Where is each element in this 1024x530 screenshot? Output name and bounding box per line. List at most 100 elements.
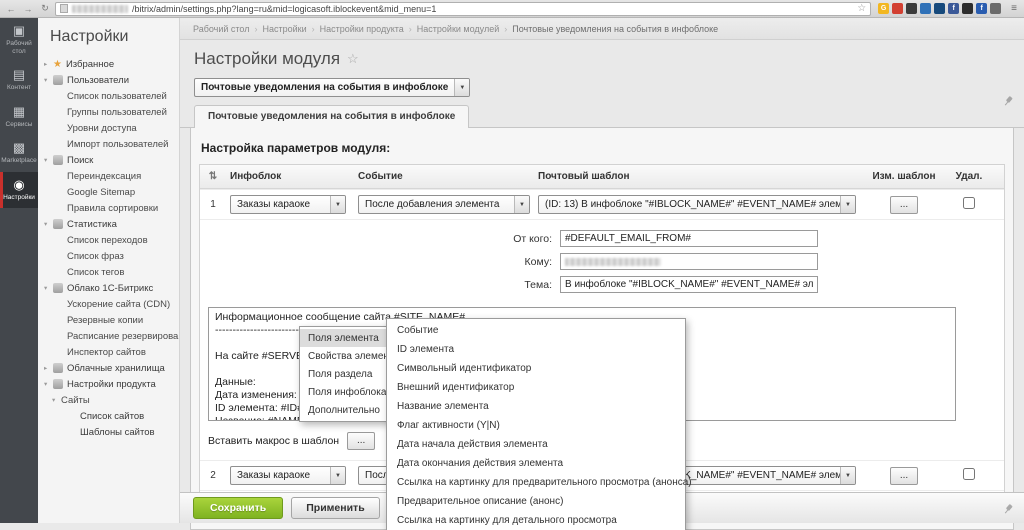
save-button[interactable]: Сохранить xyxy=(193,497,283,519)
menu-item-section-fields[interactable]: Поля раздела ▸ xyxy=(300,365,400,383)
chevron-down-icon: ▼ xyxy=(330,467,345,484)
sidebar-item-favorites[interactable]: ▸ ★ Избранное xyxy=(38,56,179,72)
cloud-icon xyxy=(53,283,63,293)
menu-item-element-properties[interactable]: Свойства элемента ▸ xyxy=(300,347,400,365)
chevron-down-icon: ▼ xyxy=(840,467,855,484)
extension-icon[interactable] xyxy=(934,3,945,14)
sidebar-item-product-settings[interactable]: ▾ Настройки продукта xyxy=(38,376,179,392)
submenu-item[interactable]: Название элемента xyxy=(387,397,685,416)
chevron-down-icon: ▼ xyxy=(840,196,855,213)
submenu-item[interactable]: Дата начала действия элемента xyxy=(387,435,685,454)
extension-icon[interactable] xyxy=(892,3,903,14)
submenu-item[interactable]: Событие xyxy=(387,321,685,340)
bookmark-star-icon[interactable]: ☆ xyxy=(857,3,866,14)
sidebar-item-statistics[interactable]: ▾ Статистика xyxy=(38,216,179,232)
sidebar-item-tags[interactable]: Список тегов xyxy=(38,264,179,280)
sidebar-item-sort-rules[interactable]: Правила сортировки xyxy=(38,200,179,216)
template-select[interactable]: (ID: 13) В инфоблоке "#IBLOCK_NAME#" #EV… xyxy=(538,195,856,214)
iblock-select[interactable]: Заказы караоке ▼ xyxy=(230,466,346,485)
submenu-item[interactable]: Флаг активности (Y|N) xyxy=(387,416,685,435)
desktop-icon: ▣ xyxy=(1,24,37,38)
sidebar-item-reindex[interactable]: Переиндексация xyxy=(38,168,179,184)
iblock-select[interactable]: Заказы караоке ▼ xyxy=(230,195,346,214)
page-favicon xyxy=(60,4,68,13)
apply-button[interactable]: Применить xyxy=(291,497,379,519)
sidebar-item-backups[interactable]: Резервные копии xyxy=(38,312,179,328)
delete-checkbox[interactable] xyxy=(963,197,975,209)
col-delete: Удал. xyxy=(944,171,994,182)
from-input[interactable] xyxy=(560,230,818,247)
marketplace-icon: ▩ xyxy=(1,141,37,155)
extension-icons: G f f xyxy=(874,3,1005,14)
sidebar-item-access-levels[interactable]: Уровни доступа xyxy=(38,120,179,136)
submenu-item[interactable]: ID элемента xyxy=(387,340,685,359)
chevron-down-icon: ▾ xyxy=(44,220,53,228)
sidebar-item-site-inspector[interactable]: Инспектор сайтов xyxy=(38,344,179,360)
menu-item-additional[interactable]: Дополнительно ▸ xyxy=(300,401,400,419)
delete-checkbox[interactable] xyxy=(963,468,975,480)
extension-icon[interactable]: f xyxy=(948,3,959,14)
sidebar-item-search[interactable]: ▾ Поиск xyxy=(38,152,179,168)
sidebar-item-cloud[interactable]: ▾ Облако 1С-Битрикс xyxy=(38,280,179,296)
subject-input[interactable] xyxy=(560,276,818,293)
forward-button[interactable]: → xyxy=(21,4,35,14)
stats-icon xyxy=(53,219,63,229)
edit-template-button[interactable]: ... xyxy=(890,196,918,214)
menu-item-iblock-fields[interactable]: Поля инфоблока ▸ xyxy=(300,383,400,401)
rail-item-content[interactable]: ▤ Контент xyxy=(0,62,38,99)
search-icon xyxy=(53,155,63,165)
macro-label: Вставить макрос в шаблон xyxy=(208,435,339,447)
rail-item-desktop[interactable]: ▣ Рабочий стол xyxy=(0,18,38,62)
chevron-down-icon: ▾ xyxy=(44,156,53,164)
sidebar-item-user-list[interactable]: Список пользователей xyxy=(38,88,179,104)
extension-icon[interactable] xyxy=(962,3,973,14)
from-label: От кого: xyxy=(208,233,560,245)
sidebar-item-cdn[interactable]: Ускорение сайта (CDN) xyxy=(38,296,179,312)
section-title: Настройка параметров модуля: xyxy=(191,128,1013,164)
url-bar[interactable]: /bitrix/admin/settings.php?lang=ru&mid=l… xyxy=(55,2,871,16)
sidebar-title: Настройки xyxy=(38,18,179,56)
extension-icon[interactable] xyxy=(906,3,917,14)
tab-mail-events[interactable]: Почтовые уведомления на события в инфобл… xyxy=(194,105,469,128)
sidebar-item-users[interactable]: ▾ Пользователи xyxy=(38,72,179,88)
submenu-item[interactable]: Предварительное описание (анонс) xyxy=(387,492,685,511)
edit-template-button[interactable]: ... xyxy=(890,467,918,485)
sidebar-item-site-templates[interactable]: Шаблоны сайтов xyxy=(38,424,179,440)
extension-icon[interactable]: f xyxy=(976,3,987,14)
insert-macro-button[interactable]: ... xyxy=(347,432,375,450)
rail-item-services[interactable]: ▦ Сервисы xyxy=(0,99,38,136)
menu-item-element-fields[interactable]: Поля элемента ▸ xyxy=(300,329,400,347)
sidebar-item-google-sitemap[interactable]: Google Sitemap xyxy=(38,184,179,200)
browser-menu-icon[interactable]: ≡ xyxy=(1008,3,1020,14)
sidebar-item-backup-schedule[interactable]: Расписание резервирования xyxy=(38,328,179,344)
back-button[interactable]: ← xyxy=(4,4,18,14)
refresh-icon[interactable]: ↻ xyxy=(38,3,52,14)
submenu-item[interactable]: Ссылка на картинку для предварительного … xyxy=(387,473,685,492)
breadcrumb-item[interactable]: Настройки модулей xyxy=(417,24,499,34)
sidebar-item-sites[interactable]: ▾ Сайты xyxy=(38,392,179,408)
rail-item-marketplace[interactable]: ▩ Marketplace xyxy=(0,135,38,172)
sidebar-item-cloud-storage[interactable]: ▸ Облачные хранилища xyxy=(38,360,179,376)
to-input[interactable] xyxy=(560,253,818,270)
add-favorite-star-icon[interactable]: ☆ xyxy=(347,51,359,67)
sidebar-item-phrases[interactable]: Список фраз xyxy=(38,248,179,264)
submenu-item[interactable]: Внешний идентификатор xyxy=(387,378,685,397)
subject-label: Тема: xyxy=(208,279,560,291)
extension-icon[interactable] xyxy=(990,3,1001,14)
sidebar-item-site-list[interactable]: Список сайтов xyxy=(38,408,179,424)
sidebar-item-user-import[interactable]: Импорт пользователей xyxy=(38,136,179,152)
chevron-down-icon: ▼ xyxy=(514,196,529,213)
breadcrumb-item[interactable]: Настройки продукта xyxy=(320,24,404,34)
breadcrumb-item[interactable]: Настройки xyxy=(263,24,307,34)
extension-icon[interactable] xyxy=(920,3,931,14)
submenu-item[interactable]: Дата окончания действия элемента xyxy=(387,454,685,473)
tab-bar: Почтовые уведомления на события в инфобл… xyxy=(180,104,1024,128)
module-select[interactable]: Почтовые уведомления на события в инфобл… xyxy=(194,78,470,97)
breadcrumb-item[interactable]: Рабочий стол xyxy=(193,24,250,34)
event-select[interactable]: После добавления элемента ▼ xyxy=(358,195,530,214)
extension-icon[interactable]: G xyxy=(878,3,889,14)
sidebar-item-transitions[interactable]: Список переходов xyxy=(38,232,179,248)
rail-item-settings[interactable]: ◉ Настройки xyxy=(0,172,38,209)
sidebar-item-user-groups[interactable]: Группы пользователей xyxy=(38,104,179,120)
submenu-item[interactable]: Символьный идентификатор xyxy=(387,359,685,378)
